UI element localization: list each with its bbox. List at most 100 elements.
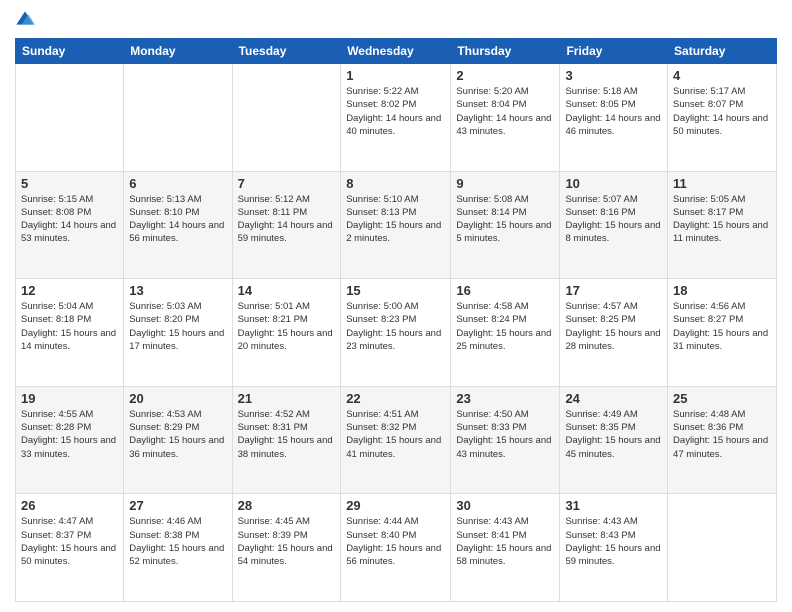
day-number: 7 [238, 176, 336, 191]
day-info: Sunrise: 5:12 AM Sunset: 8:11 PM Dayligh… [238, 193, 336, 246]
day-number: 6 [129, 176, 226, 191]
day-info: Sunrise: 5:15 AM Sunset: 8:08 PM Dayligh… [21, 193, 118, 246]
calendar-cell: 6 Sunrise: 5:13 AM Sunset: 8:10 PM Daylig… [124, 171, 232, 279]
day-of-week-header: Thursday [451, 39, 560, 64]
calendar-cell: 22Sunrise: 4:51 AM Sunset: 8:32 PM Dayli… [341, 386, 451, 494]
day-info: Sunrise: 5:17 AM Sunset: 8:07 PM Dayligh… [673, 85, 771, 138]
logo [15, 10, 43, 30]
calendar-week-row: 26 Sunrise: 4:47 AM Sunset: 8:37 PM Dayli… [16, 494, 777, 602]
day-number: 28 [238, 498, 336, 513]
day-number: 24 [565, 391, 662, 406]
calendar-cell: 19 Sunrise: 4:55 AM Sunset: 8:28 PM Dayli… [16, 386, 124, 494]
calendar-cell [232, 64, 341, 172]
day-info: Sunrise: 4:44 AM Sunset: 8:40 PM Dayligh… [346, 515, 445, 568]
day-info: Sunrise: 4:57 AM Sunset: 8:25 PM Dayligh… [565, 300, 662, 353]
calendar-cell: 16 Sunrise: 4:58 AM Sunset: 8:24 PM Dayli… [451, 279, 560, 387]
day-number: 2 [456, 68, 554, 83]
day-info: Sunrise: 5:20 AM Sunset: 8:04 PM Dayligh… [456, 85, 554, 138]
day-of-week-header: Wednesday [341, 39, 451, 64]
day-info: Sunrise: 4:48 AM Sunset: 8:36 PM Dayligh… [673, 408, 771, 461]
calendar-cell: 10 Sunrise: 5:07 AM Sunset: 8:16 PM Dayli… [560, 171, 668, 279]
day-info: Sunrise: 5:07 AM Sunset: 8:16 PM Dayligh… [565, 193, 662, 246]
calendar-week-row: 19 Sunrise: 4:55 AM Sunset: 8:28 PM Dayli… [16, 386, 777, 494]
day-number: 9 [456, 176, 554, 191]
calendar-cell: 25 Sunrise: 4:48 AM Sunset: 8:36 PM Dayli… [668, 386, 777, 494]
day-info: Sunrise: 5:13 AM Sunset: 8:10 PM Dayligh… [129, 193, 226, 246]
header [15, 10, 777, 30]
calendar-cell: 1 Sunrise: 5:22 AM Sunset: 8:02 PM Daylig… [341, 64, 451, 172]
day-number: 15 [346, 283, 445, 298]
calendar-cell: 27 Sunrise: 4:46 AM Sunset: 8:38 PM Dayli… [124, 494, 232, 602]
day-info: Sunrise: 4:45 AM Sunset: 8:39 PM Dayligh… [238, 515, 336, 568]
day-number: 31 [565, 498, 662, 513]
calendar-cell: 5 Sunrise: 5:15 AM Sunset: 8:08 PM Daylig… [16, 171, 124, 279]
day-info: Sunrise: 5:03 AM Sunset: 8:20 PM Dayligh… [129, 300, 226, 353]
calendar-cell [16, 64, 124, 172]
day-info: Sunrise: 5:08 AM Sunset: 8:14 PM Dayligh… [456, 193, 554, 246]
calendar-week-row: 1 Sunrise: 5:22 AM Sunset: 8:02 PM Daylig… [16, 64, 777, 172]
calendar-week-row: 12Sunrise: 5:04 AM Sunset: 8:18 PM Dayli… [16, 279, 777, 387]
day-info: Sunrise: 4:49 AM Sunset: 8:35 PM Dayligh… [565, 408, 662, 461]
page: SundayMondayTuesdayWednesdayThursdayFrid… [0, 0, 792, 612]
calendar-header-row: SundayMondayTuesdayWednesdayThursdayFrid… [16, 39, 777, 64]
calendar-cell: 11 Sunrise: 5:05 AM Sunset: 8:17 PM Dayli… [668, 171, 777, 279]
day-info: Sunrise: 4:55 AM Sunset: 8:28 PM Dayligh… [21, 408, 118, 461]
calendar-cell: 20 Sunrise: 4:53 AM Sunset: 8:29 PM Dayli… [124, 386, 232, 494]
day-info: Sunrise: 4:46 AM Sunset: 8:38 PM Dayligh… [129, 515, 226, 568]
day-info: Sunrise: 5:01 AM Sunset: 8:21 PM Dayligh… [238, 300, 336, 353]
day-info: Sunrise: 5:04 AM Sunset: 8:18 PM Dayligh… [21, 300, 118, 353]
calendar-cell: 8Sunrise: 5:10 AM Sunset: 8:13 PM Daylig… [341, 171, 451, 279]
day-number: 27 [129, 498, 226, 513]
day-info: Sunrise: 4:58 AM Sunset: 8:24 PM Dayligh… [456, 300, 554, 353]
day-number: 20 [129, 391, 226, 406]
day-info: Sunrise: 4:56 AM Sunset: 8:27 PM Dayligh… [673, 300, 771, 353]
day-number: 3 [565, 68, 662, 83]
day-info: Sunrise: 5:18 AM Sunset: 8:05 PM Dayligh… [565, 85, 662, 138]
day-number: 19 [21, 391, 118, 406]
calendar-table: SundayMondayTuesdayWednesdayThursdayFrid… [15, 38, 777, 602]
calendar-cell: 4 Sunrise: 5:17 AM Sunset: 8:07 PM Daylig… [668, 64, 777, 172]
calendar-cell: 2 Sunrise: 5:20 AM Sunset: 8:04 PM Daylig… [451, 64, 560, 172]
day-info: Sunrise: 5:22 AM Sunset: 8:02 PM Dayligh… [346, 85, 445, 138]
day-number: 11 [673, 176, 771, 191]
day-info: Sunrise: 4:43 AM Sunset: 8:41 PM Dayligh… [456, 515, 554, 568]
day-info: Sunrise: 4:43 AM Sunset: 8:43 PM Dayligh… [565, 515, 662, 568]
day-number: 13 [129, 283, 226, 298]
calendar-cell: 21 Sunrise: 4:52 AM Sunset: 8:31 PM Dayli… [232, 386, 341, 494]
day-number: 1 [346, 68, 445, 83]
calendar-cell: 17 Sunrise: 4:57 AM Sunset: 8:25 PM Dayli… [560, 279, 668, 387]
day-of-week-header: Tuesday [232, 39, 341, 64]
calendar-cell: 18Sunrise: 4:56 AM Sunset: 8:27 PM Dayli… [668, 279, 777, 387]
calendar-cell: 30 Sunrise: 4:43 AM Sunset: 8:41 PM Dayli… [451, 494, 560, 602]
calendar-cell: 7 Sunrise: 5:12 AM Sunset: 8:11 PM Daylig… [232, 171, 341, 279]
day-number: 29 [346, 498, 445, 513]
day-number: 26 [21, 498, 118, 513]
day-info: Sunrise: 4:52 AM Sunset: 8:31 PM Dayligh… [238, 408, 336, 461]
day-number: 5 [21, 176, 118, 191]
day-info: Sunrise: 4:53 AM Sunset: 8:29 PM Dayligh… [129, 408, 226, 461]
logo-icon [15, 10, 35, 30]
calendar-cell: 15 Sunrise: 5:00 AM Sunset: 8:23 PM Dayli… [341, 279, 451, 387]
day-number: 8 [346, 176, 445, 191]
day-info: Sunrise: 5:00 AM Sunset: 8:23 PM Dayligh… [346, 300, 445, 353]
day-of-week-header: Saturday [668, 39, 777, 64]
day-number: 16 [456, 283, 554, 298]
calendar-cell: 14 Sunrise: 5:01 AM Sunset: 8:21 PM Dayli… [232, 279, 341, 387]
calendar-cell: 3 Sunrise: 5:18 AM Sunset: 8:05 PM Daylig… [560, 64, 668, 172]
calendar-cell: 31 Sunrise: 4:43 AM Sunset: 8:43 PM Dayli… [560, 494, 668, 602]
day-number: 21 [238, 391, 336, 406]
day-info: Sunrise: 5:05 AM Sunset: 8:17 PM Dayligh… [673, 193, 771, 246]
day-of-week-header: Friday [560, 39, 668, 64]
calendar-cell: 26 Sunrise: 4:47 AM Sunset: 8:37 PM Dayli… [16, 494, 124, 602]
day-info: Sunrise: 4:47 AM Sunset: 8:37 PM Dayligh… [21, 515, 118, 568]
day-number: 23 [456, 391, 554, 406]
day-number: 17 [565, 283, 662, 298]
calendar-cell: 13 Sunrise: 5:03 AM Sunset: 8:20 PM Dayli… [124, 279, 232, 387]
day-of-week-header: Sunday [16, 39, 124, 64]
calendar-week-row: 5 Sunrise: 5:15 AM Sunset: 8:08 PM Daylig… [16, 171, 777, 279]
day-number: 10 [565, 176, 662, 191]
day-number: 4 [673, 68, 771, 83]
day-number: 30 [456, 498, 554, 513]
day-number: 14 [238, 283, 336, 298]
day-number: 25 [673, 391, 771, 406]
